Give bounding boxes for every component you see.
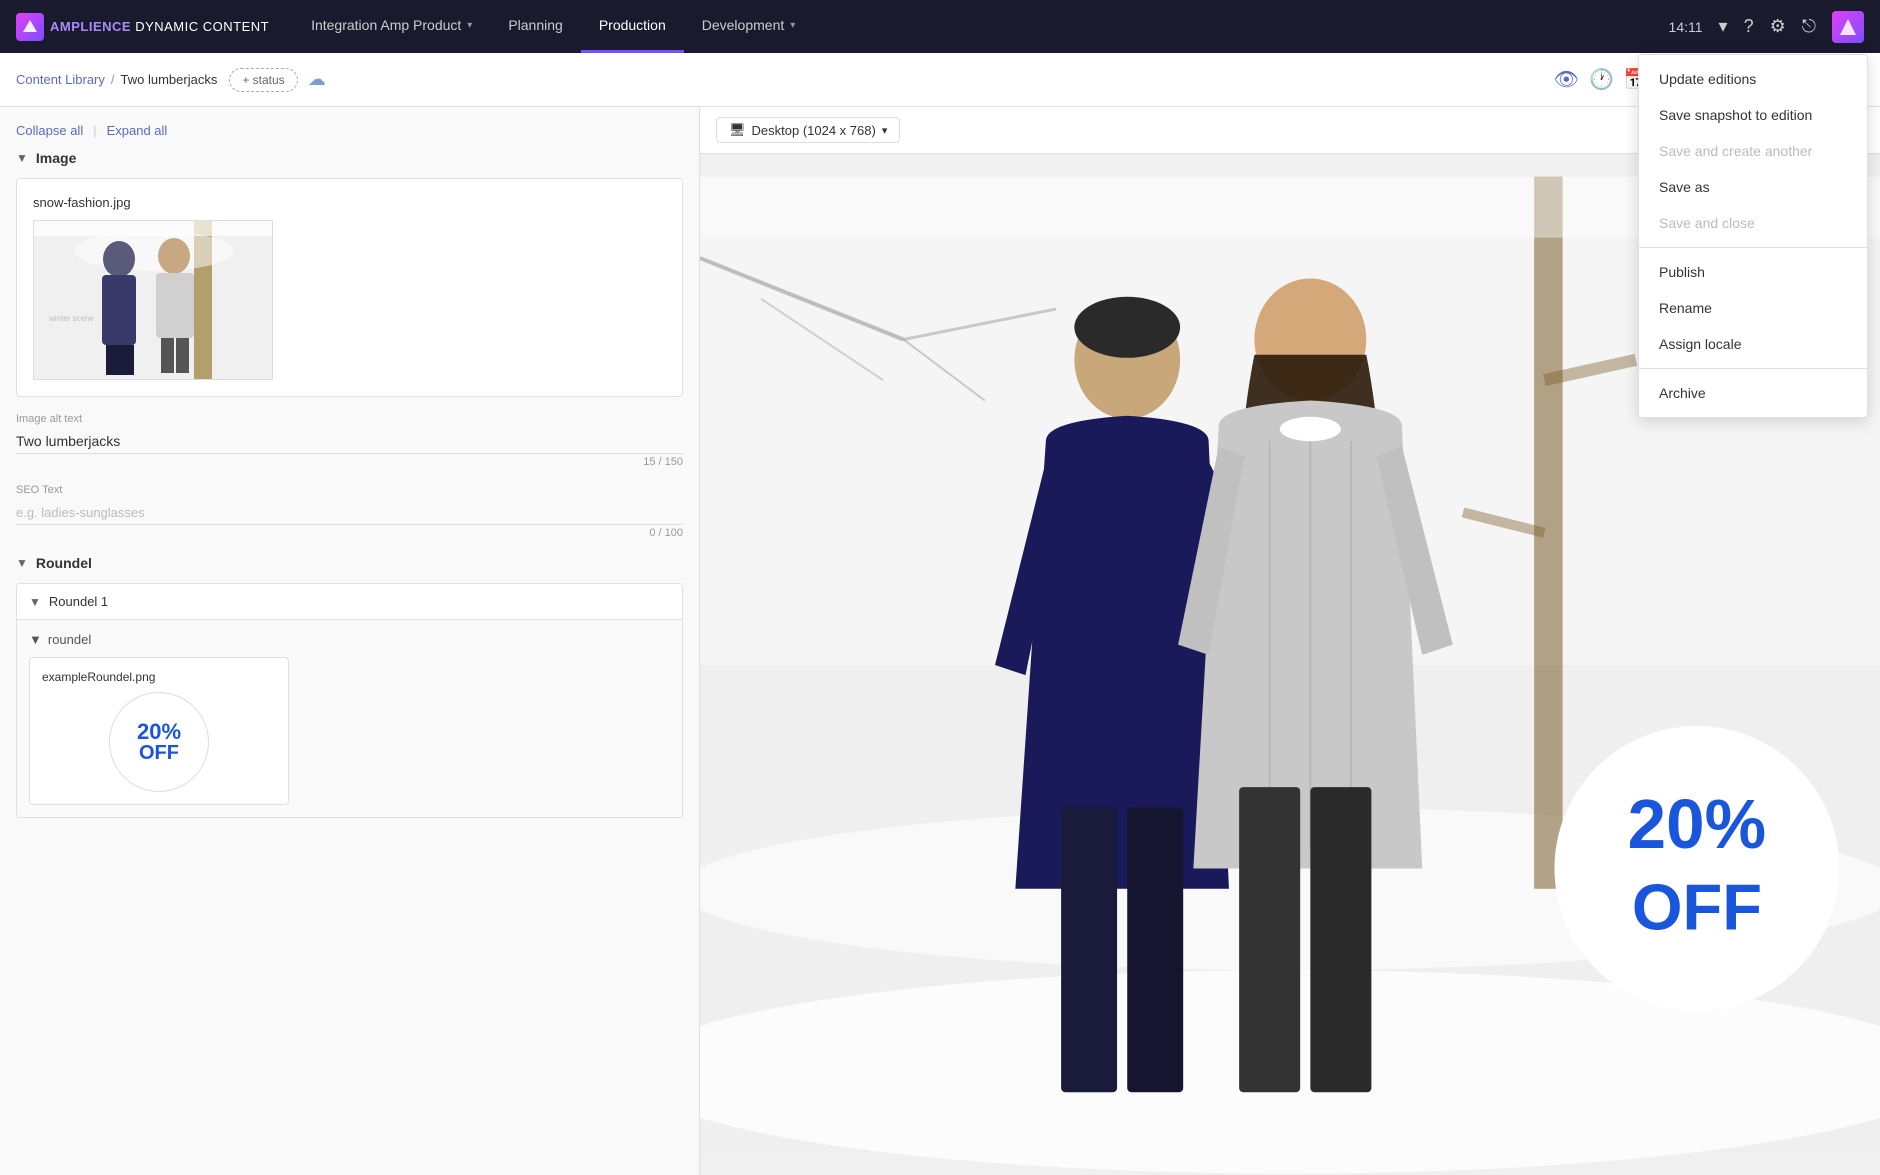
dropdown-update-editions[interactable]: Update editions	[1639, 61, 1867, 97]
brand-logo-icon	[16, 13, 44, 41]
roundel-filename: exampleRoundel.png	[42, 670, 276, 684]
roundel-1-container: ▼ Roundel 1 ▼ roundel exampleRoundel.png…	[16, 583, 683, 818]
main-toolbar: Content Library / Two lumberjacks + stat…	[0, 53, 1880, 107]
dropdown-save-as[interactable]: Save as	[1639, 169, 1867, 205]
brand-logo-area: AMPLIENCE DYNAMIC CONTENT	[16, 13, 269, 41]
desktop-icon: 🖥	[729, 122, 746, 138]
seo-text-input[interactable]	[16, 500, 683, 525]
nav-tab-planning[interactable]: Planning	[490, 0, 581, 53]
logout-icon[interactable]: ⎋	[1802, 16, 1816, 37]
nav-tab-integration[interactable]: Integration Amp Product ▾	[293, 0, 490, 53]
dropdown-divider-2	[1639, 368, 1867, 369]
device-selector[interactable]: 🖥 Desktop (1024 x 768) ▾	[716, 117, 900, 143]
image-section: ▼ Image snow-fashion.jpg	[16, 150, 683, 539]
dropdown-save-snapshot[interactable]: Save snapshot to edition	[1639, 97, 1867, 133]
nav-right: 14:11 ▾ ? ⚙ ⎋	[1669, 11, 1880, 43]
collapse-separator: |	[93, 123, 96, 138]
roundel-badge-line2: OFF	[139, 743, 179, 763]
breadcrumb-root-link[interactable]: Content Library	[16, 72, 105, 87]
main-content: Collapse all | Expand all ▼ Image snow-f…	[0, 107, 1880, 1175]
image-section-chevron-icon: ▼	[16, 151, 28, 165]
image-section-header[interactable]: ▼ Image	[16, 150, 683, 166]
dropdown-divider-1	[1639, 247, 1867, 248]
breadcrumb: Content Library / Two lumberjacks	[16, 72, 217, 87]
roundel-section: ▼ Roundel ▼ Roundel 1 ▼ roundel exampleR…	[16, 555, 683, 818]
top-nav: AMPLIENCE DYNAMIC CONTENT Integration Am…	[0, 0, 1880, 53]
alt-text-field-group: Image alt text 15 / 150	[16, 413, 683, 468]
roundel-section-header[interactable]: ▼ Roundel	[16, 555, 683, 571]
roundel-section-label: Roundel	[36, 555, 92, 571]
save-dropdown-menu: Update editions Save snapshot to edition…	[1638, 54, 1868, 418]
left-editor-panel: Collapse all | Expand all ▼ Image snow-f…	[0, 107, 700, 1175]
preview-eye-icon[interactable]: 👁	[1554, 67, 1579, 92]
history-icon[interactable]: 🕐	[1589, 67, 1614, 92]
seo-text-counter: 0 / 100	[16, 527, 683, 539]
dropdown-save-create-another[interactable]: Save and create another	[1639, 133, 1867, 169]
roundel-section-chevron-icon: ▼	[16, 556, 28, 570]
dropdown-rename[interactable]: Rename	[1639, 290, 1867, 326]
dropdown-archive[interactable]: Archive	[1639, 375, 1867, 411]
settings-icon[interactable]: ⚙	[1770, 16, 1786, 37]
expand-all-link[interactable]: Expand all	[107, 123, 168, 138]
roundel-1-chevron-icon: ▼	[29, 595, 41, 609]
svg-text:20%: 20%	[1628, 785, 1766, 863]
clock-display: 14:11	[1669, 19, 1703, 35]
roundel-1-label: Roundel 1	[49, 594, 108, 609]
roundel-1-header[interactable]: ▼ Roundel 1	[17, 584, 682, 620]
status-button[interactable]: + status	[229, 68, 297, 92]
roundel-badge-line1: 20%	[137, 721, 181, 743]
image-section-label: Image	[36, 150, 76, 166]
device-label: Desktop (1024 x 768)	[752, 123, 876, 138]
seo-text-field-group: SEO Text 0 / 100	[16, 484, 683, 539]
image-upload-card: snow-fashion.jpg	[16, 178, 683, 397]
image-filename: snow-fashion.jpg	[33, 195, 666, 210]
collapse-bar: Collapse all | Expand all	[16, 123, 683, 138]
alt-text-input[interactable]	[16, 429, 683, 454]
amplience-badge	[1832, 11, 1864, 43]
dropdown-assign-locale[interactable]: Assign locale	[1639, 326, 1867, 362]
image-preview[interactable]: winter scene	[33, 220, 273, 380]
roundel-image-card: exampleRoundel.png 20% OFF	[29, 657, 289, 805]
roundel-sub-label: roundel	[48, 632, 91, 647]
dropdown-publish[interactable]: Publish	[1639, 254, 1867, 290]
chevron-down-icon: ▾	[467, 20, 472, 31]
alt-text-counter: 15 / 150	[16, 456, 683, 468]
roundel-1-content: ▼ roundel exampleRoundel.png 20% OFF	[17, 620, 682, 817]
seo-text-label: SEO Text	[16, 484, 683, 496]
roundel-badge-preview: 20% OFF	[109, 692, 209, 792]
nav-tab-production[interactable]: Production	[581, 0, 684, 53]
brand-name: AMPLIENCE DYNAMIC CONTENT	[50, 19, 269, 34]
nav-chevron-icon[interactable]: ▾	[1719, 16, 1728, 37]
roundel-sub-header[interactable]: ▼ roundel	[29, 632, 670, 647]
roundel-sub-chevron-icon: ▼	[29, 632, 42, 647]
help-icon[interactable]: ?	[1744, 16, 1754, 37]
device-chevron-icon: ▾	[882, 124, 888, 137]
dropdown-save-close[interactable]: Save and close	[1639, 205, 1867, 241]
nav-tab-development[interactable]: Development ▾	[684, 0, 814, 53]
cloud-save-icon[interactable]: ☁	[308, 69, 326, 90]
nav-tabs: Integration Amp Product ▾ Planning Produ…	[293, 0, 813, 53]
breadcrumb-current-item: Two lumberjacks	[121, 72, 218, 87]
chevron-down-icon-2: ▾	[790, 20, 795, 31]
svg-text:OFF: OFF	[1632, 870, 1762, 943]
alt-text-label: Image alt text	[16, 413, 683, 425]
breadcrumb-separator: /	[111, 72, 115, 87]
collapse-all-link[interactable]: Collapse all	[16, 123, 83, 138]
svg-text:winter scene: winter scene	[48, 314, 94, 323]
